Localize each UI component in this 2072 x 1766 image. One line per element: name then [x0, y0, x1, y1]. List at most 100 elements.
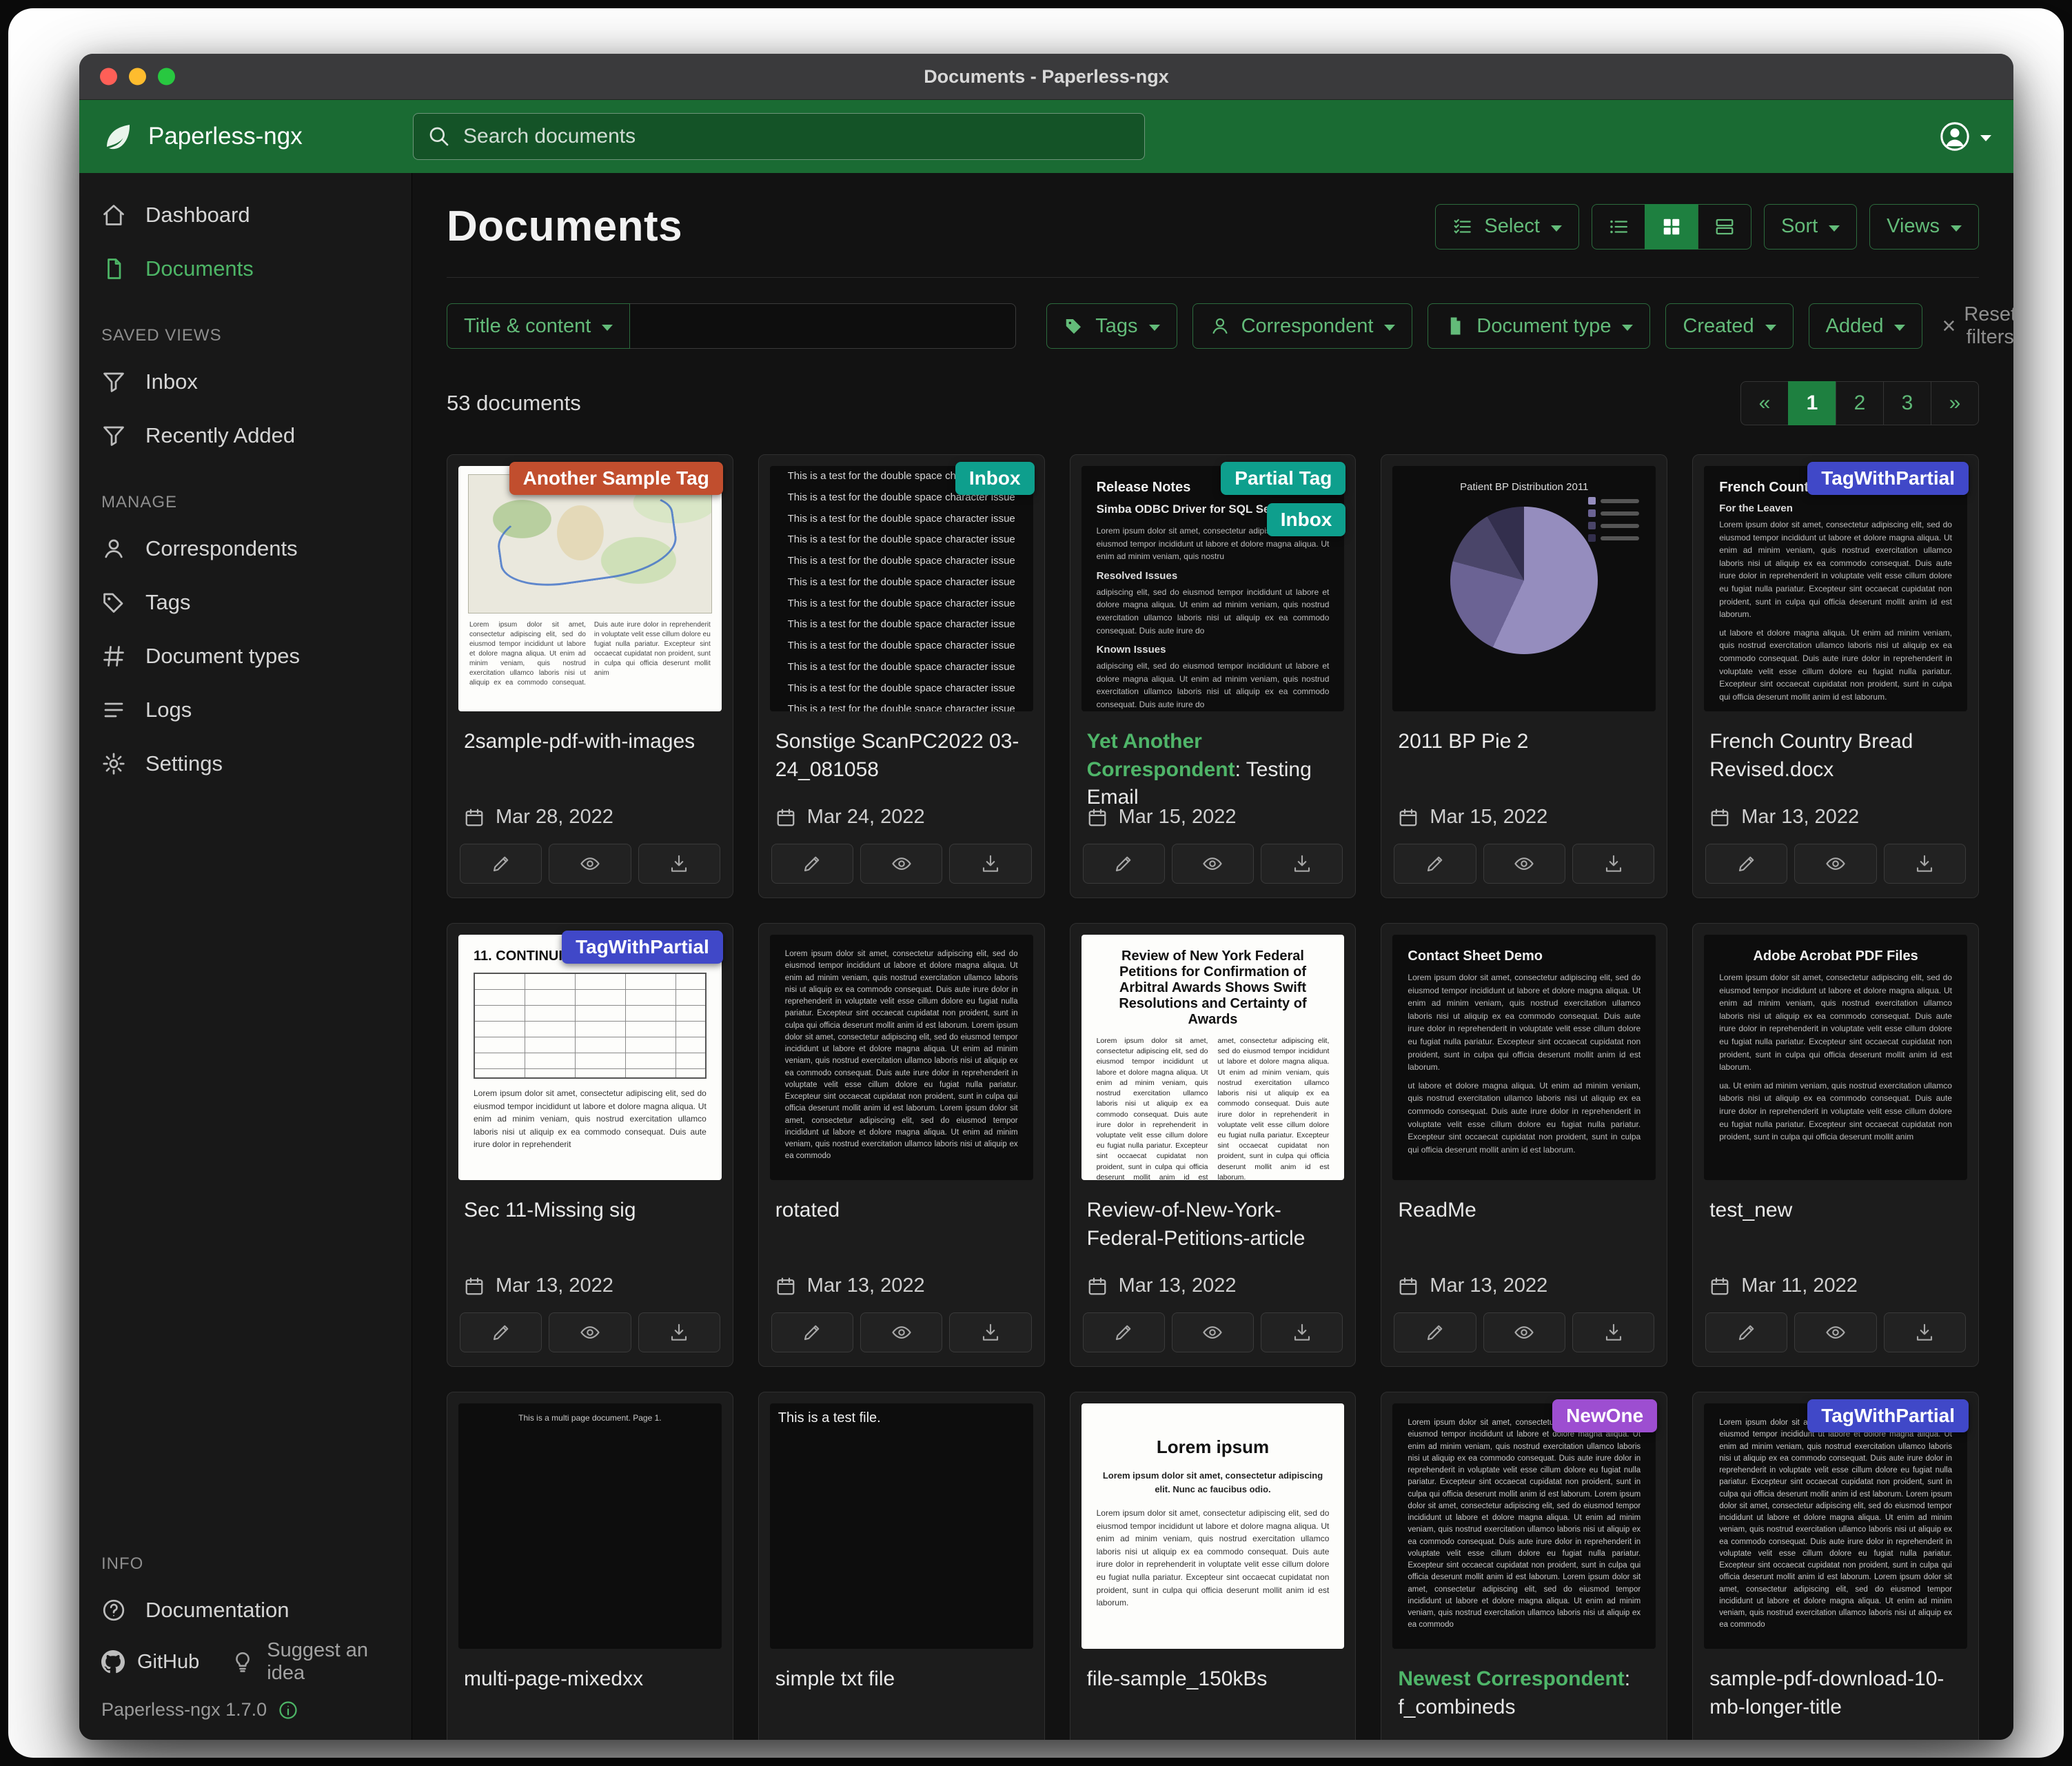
title-content-dropdown[interactable]: Title & content [447, 303, 630, 349]
document-card[interactable]: This is a test file. simple txt file [758, 1392, 1045, 1740]
document-title[interactable]: 2011 BP Pie 2 [1381, 711, 1667, 794]
tags-filter-button[interactable]: Tags [1046, 303, 1177, 349]
edit-document-button[interactable] [460, 844, 542, 884]
sidebar-item-logs[interactable]: Logs [79, 683, 412, 737]
view-document-button[interactable] [1483, 844, 1565, 884]
download-document-button[interactable] [949, 1312, 1031, 1352]
document-card[interactable]: Lorem ipsum dolor sit amet, consectetur … [758, 923, 1045, 1367]
download-document-button[interactable] [1884, 1312, 1966, 1352]
sidebar-item-documentation[interactable]: Documentation [79, 1583, 412, 1637]
document-card[interactable]: This is a multi page document. Page 1. m… [447, 1392, 733, 1740]
document-card[interactable]: Inbox This is a test for the double spac… [758, 454, 1045, 898]
pagination-page-2[interactable]: 2 [1836, 381, 1884, 425]
edit-document-button[interactable] [1705, 1312, 1787, 1352]
detail-view-button[interactable] [1698, 204, 1751, 250]
view-document-button[interactable] [549, 1312, 631, 1352]
document-title[interactable]: Sonstige ScanPC2022 03-24_081058 [759, 711, 1044, 794]
download-document-button[interactable] [1261, 1312, 1343, 1352]
sidebar-item-correspondents[interactable]: Correspondents [79, 522, 412, 576]
document-thumbnail[interactable]: This is a test for the double space char… [770, 466, 1033, 711]
view-document-button[interactable] [1794, 1312, 1876, 1352]
document-card[interactable]: NewOne Lorem ipsum dolor sit amet, conse… [1381, 1392, 1667, 1740]
sort-button[interactable]: Sort [1764, 204, 1857, 250]
view-document-button[interactable] [1172, 1312, 1254, 1352]
document-thumbnail[interactable]: Lorem ipsumLorem ipsum dolor sit amet, c… [1081, 1403, 1345, 1649]
document-card[interactable]: TagWithPartial 11. CONTINUING MEDICAL ED… [447, 923, 733, 1367]
search-input[interactable] [413, 113, 1145, 160]
info-circle-icon[interactable] [278, 1700, 298, 1721]
tag-badge[interactable]: Partial Tag [1221, 462, 1345, 495]
sidebar-item-recently-added[interactable]: Recently Added [79, 409, 412, 463]
grid-view-button[interactable] [1645, 204, 1698, 250]
document-title[interactable]: Review-of-New-York-Federal-Petitions-art… [1070, 1180, 1356, 1263]
tag-badge[interactable]: Another Sample Tag [509, 462, 723, 495]
title-content-input[interactable] [630, 303, 1016, 349]
view-document-button[interactable] [1794, 844, 1876, 884]
document-thumbnail[interactable]: This is a multi page document. Page 1. [458, 1403, 722, 1649]
views-button[interactable]: Views [1869, 204, 1979, 250]
document-card[interactable]: Contact Sheet DemoLorem ipsum dolor sit … [1381, 923, 1667, 1367]
download-document-button[interactable] [638, 844, 720, 884]
correspondent-link[interactable]: Newest Correspondent [1398, 1667, 1624, 1690]
edit-document-button[interactable] [1083, 844, 1165, 884]
edit-document-button[interactable] [1394, 844, 1476, 884]
sidebar-item-settings[interactable]: Settings [79, 737, 412, 791]
close-window-button[interactable] [100, 68, 117, 85]
document-thumbnail[interactable]: Patient BP Distribution 2011 [1392, 466, 1656, 711]
document-card[interactable]: Review of New York Federal Petitions for… [1070, 923, 1357, 1367]
view-document-button[interactable] [1483, 1312, 1565, 1352]
user-menu[interactable] [1939, 121, 1991, 152]
document-title[interactable]: sample-pdf-download-10-mb-longer-title [1693, 1649, 1978, 1732]
document-thumbnail[interactable]: Lorem ipsum dolor sit amet, consectetur … [1392, 1403, 1656, 1649]
document-title[interactable]: test_new [1693, 1180, 1978, 1263]
document-thumbnail[interactable]: Lorem ipsum dolor sit amet, consectetur … [770, 935, 1033, 1180]
download-document-button[interactable] [1572, 1312, 1654, 1352]
view-document-button[interactable] [860, 1312, 942, 1352]
document-title[interactable]: French Country Bread Revised.docx [1693, 711, 1978, 794]
edit-document-button[interactable] [1394, 1312, 1476, 1352]
download-document-button[interactable] [1261, 844, 1343, 884]
download-document-button[interactable] [638, 1312, 720, 1352]
added-filter-button[interactable]: Added [1809, 303, 1923, 349]
minimize-window-button[interactable] [129, 68, 146, 85]
document-title[interactable]: ReadMe [1381, 1180, 1667, 1263]
sidebar-item-tags[interactable]: Tags [79, 576, 412, 629]
zoom-window-button[interactable] [158, 68, 175, 85]
edit-document-button[interactable] [1083, 1312, 1165, 1352]
brand[interactable]: Paperless-ngx [101, 120, 413, 153]
document-thumbnail[interactable]: 11. CONTINUING MEDICAL EDUCALorem ipsum … [458, 935, 722, 1180]
tag-badge[interactable]: TagWithPartial [1807, 1399, 1969, 1432]
document-title[interactable]: file-sample_150kBs [1070, 1649, 1356, 1732]
document-thumbnail[interactable]: Review of New York Federal Petitions for… [1081, 935, 1345, 1180]
document-title[interactable]: multi-page-mixedxx [447, 1649, 733, 1732]
sidebar-item-dashboard[interactable]: Dashboard [79, 188, 412, 242]
sidebar-item-document-types[interactable]: Document types [79, 629, 412, 683]
tag-badge[interactable]: TagWithPartial [562, 931, 723, 964]
edit-document-button[interactable] [1705, 844, 1787, 884]
edit-document-button[interactable] [771, 844, 853, 884]
created-filter-button[interactable]: Created [1665, 303, 1793, 349]
document-title[interactable]: Newest Correspondent: f_combineds [1381, 1649, 1667, 1732]
sidebar-item-suggest-idea[interactable]: Suggest an idea [231, 1639, 389, 1685]
pagination-page-1[interactable]: 1 [1788, 381, 1836, 425]
pagination-page-3[interactable]: 3 [1883, 381, 1931, 425]
tag-badge[interactable]: Inbox [955, 462, 1035, 495]
pagination-next[interactable]: » [1931, 381, 1979, 425]
tag-badge[interactable]: TagWithPartial [1807, 462, 1969, 495]
document-type-filter-button[interactable]: Document type [1428, 303, 1650, 349]
tag-badge[interactable]: NewOne [1552, 1399, 1657, 1432]
document-card[interactable]: TagWithPartial Lorem ipsum dolor sit ame… [1692, 1392, 1979, 1740]
document-title[interactable]: Yet Another Correspondent: Testing Email [1070, 711, 1356, 796]
download-document-button[interactable] [1884, 844, 1966, 884]
document-card[interactable]: TagWithPartial French Country BreadFor t… [1692, 454, 1979, 898]
sidebar-item-github[interactable]: GitHub [101, 1650, 199, 1674]
reset-filters-button[interactable]: × Reset filters [1938, 303, 2013, 349]
correspondent-link[interactable]: Yet Another Correspondent [1087, 730, 1235, 781]
sidebar-item-documents[interactable]: Documents [79, 242, 412, 296]
document-title[interactable]: rotated [759, 1180, 1044, 1263]
document-thumbnail[interactable]: Lorem ipsum dolor sit amet, consectetur … [458, 466, 722, 711]
correspondent-filter-button[interactable]: Correspondent [1192, 303, 1413, 349]
document-card[interactable]: Patient BP Distribution 2011 2011 BP Pie… [1381, 454, 1667, 898]
tag-badge[interactable]: Inbox [1267, 503, 1346, 536]
document-thumbnail[interactable]: Adobe Acrobat PDF FilesLorem ipsum dolor… [1704, 935, 1967, 1180]
